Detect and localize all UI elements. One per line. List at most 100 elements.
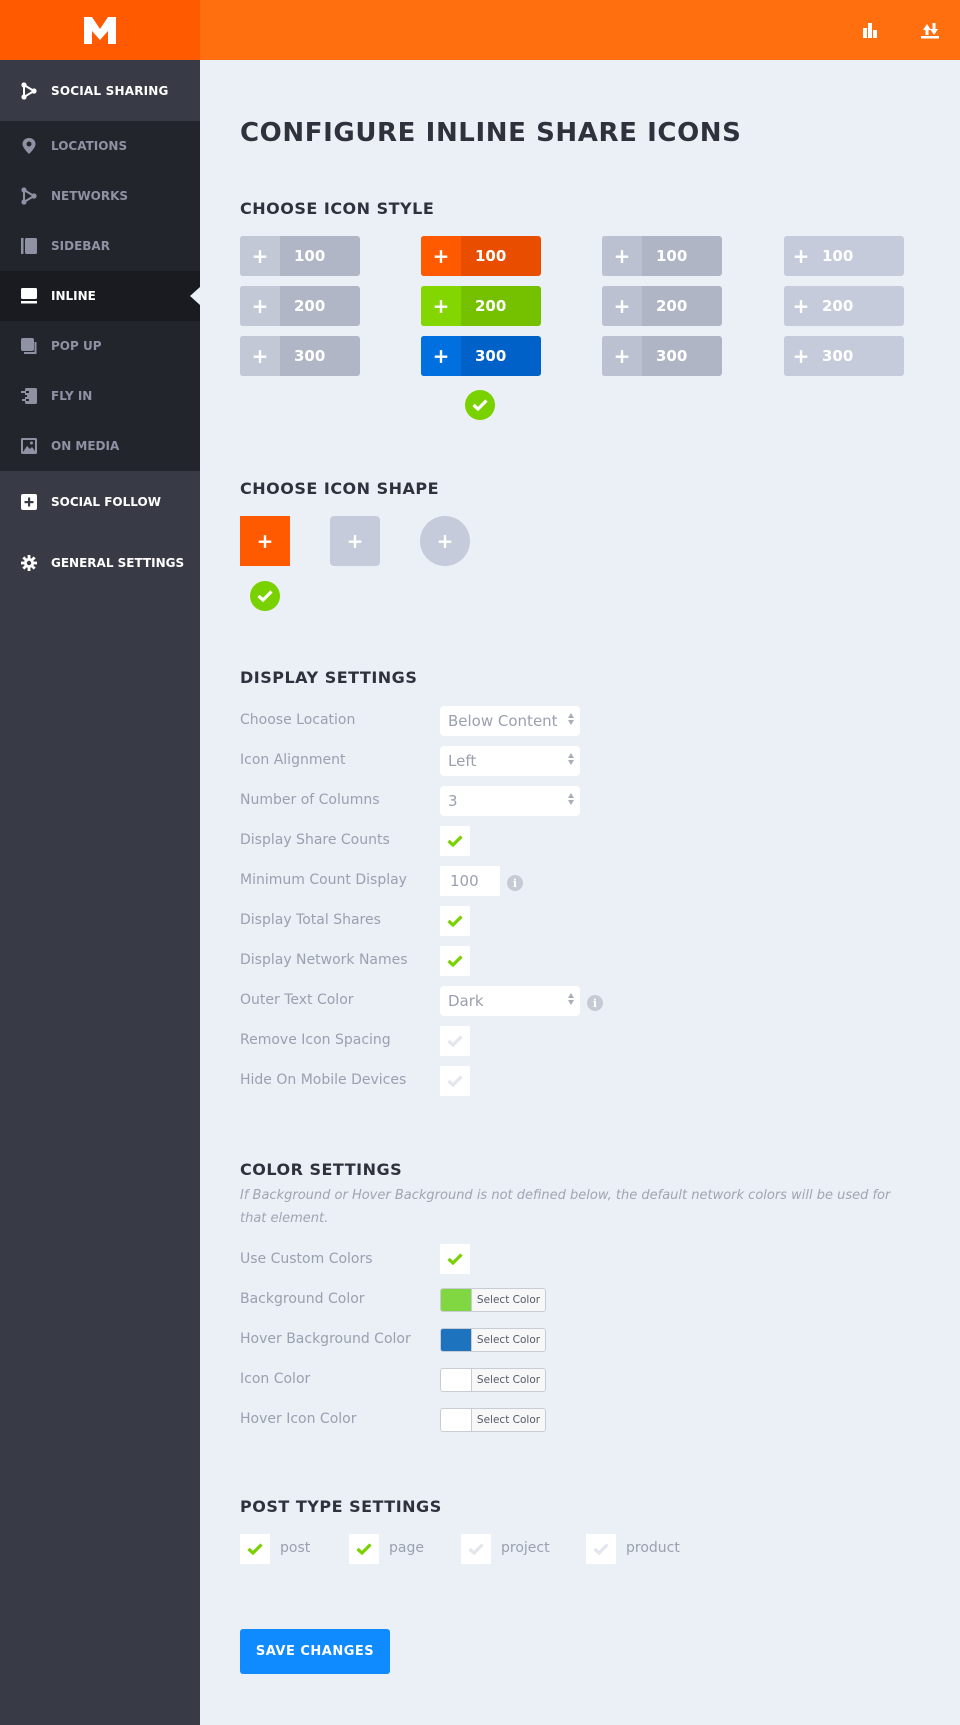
checkmark-icon: [447, 1035, 463, 1047]
sidebar-item-social-sharing[interactable]: SOCIAL SHARING: [0, 60, 200, 121]
select-color-button[interactable]: Select Color: [440, 1408, 546, 1432]
select-arrows-icon: [568, 753, 574, 765]
logo[interactable]: [0, 0, 200, 60]
plus-icon: +: [421, 336, 461, 376]
color-swatch: [441, 1329, 472, 1351]
checkmark-icon: [247, 1543, 263, 1555]
sidebar-item-on-media[interactable]: ON MEDIA: [0, 421, 200, 471]
icon-style-option[interactable]: +200: [421, 286, 541, 326]
post-type-settings-title: POST TYPE SETTINGS: [240, 1497, 442, 1516]
outer-text-color-select[interactable]: Dark: [440, 986, 580, 1016]
choose-location-label: Choose Location: [240, 712, 356, 728]
sidebar-item-pop-up[interactable]: POP UP: [0, 321, 200, 371]
sidebar-item-networks[interactable]: NETWORKS: [0, 171, 200, 221]
location-pin-icon: [20, 137, 38, 155]
page-title: CONFIGURE INLINE SHARE ICONS: [240, 118, 742, 148]
icon-style-option[interactable]: +100: [602, 236, 722, 276]
icon-style-option[interactable]: +100: [240, 236, 360, 276]
select-color-label: Select Color: [472, 1289, 545, 1311]
share-network-icon: [20, 81, 38, 100]
sidebar-item-general-settings[interactable]: GENERAL SETTINGS: [0, 532, 200, 593]
use-custom-colors-checkbox[interactable]: [440, 1244, 470, 1274]
remove-icon-spacing-checkbox[interactable]: [440, 1026, 470, 1056]
post-type-checkbox[interactable]: [586, 1534, 616, 1564]
sidebar-icon: [20, 237, 38, 255]
icon-style-option[interactable]: +300: [784, 336, 904, 376]
minimum-count-display-input[interactable]: [440, 866, 500, 896]
sidebar-item-label: LOCATIONS: [51, 139, 128, 153]
plus-icon: +: [240, 286, 280, 326]
sidebar-item-fly-in[interactable]: FLY IN: [0, 371, 200, 421]
popup-icon: [20, 337, 38, 355]
minimum-count-display-label: Minimum Count Display: [240, 872, 407, 888]
plus-icon: +: [421, 236, 461, 276]
icon-style-option[interactable]: +200: [602, 286, 722, 326]
info-icon[interactable]: i: [587, 995, 603, 1011]
sidebar-item-inline[interactable]: INLINE: [0, 271, 200, 321]
select-value: Left: [448, 752, 477, 770]
checkmark-icon: [447, 835, 463, 847]
icon-style-option[interactable]: +300: [240, 336, 360, 376]
icon-alignment-label: Icon Alignment: [240, 752, 346, 768]
selected-style-check-icon: [465, 390, 495, 420]
info-icon[interactable]: i: [507, 875, 523, 891]
share-count: 300: [294, 347, 326, 365]
color-swatch: [441, 1289, 472, 1311]
display-total-shares-checkbox[interactable]: [440, 906, 470, 936]
display-settings-title: DISPLAY SETTINGS: [240, 668, 418, 687]
share-count: 200: [294, 297, 326, 315]
use-custom-colors-label: Use Custom Colors: [240, 1251, 373, 1267]
plus-icon: +: [784, 286, 814, 326]
checkmark-icon: [447, 1075, 463, 1087]
stats-icon[interactable]: [858, 18, 882, 42]
display-share-counts-label: Display Share Counts: [240, 832, 390, 848]
post-type-checkbox[interactable]: [240, 1534, 270, 1564]
checkmark-icon: [447, 955, 463, 967]
shape-rounded-button[interactable]: +: [330, 516, 380, 566]
sidebar-subnav: LOCATIONS NETWORKS SIDEBAR INLINE POP UP…: [0, 121, 200, 471]
share-count: 300: [822, 347, 854, 365]
choose-location-select[interactable]: Below Content: [440, 706, 580, 736]
plus-icon: +: [784, 236, 814, 276]
display-share-counts-checkbox[interactable]: [440, 826, 470, 856]
icon-style-option[interactable]: +200: [240, 286, 360, 326]
inline-icon: [20, 287, 38, 305]
shape-circle-button[interactable]: +: [420, 516, 470, 566]
shape-square-button[interactable]: +: [240, 516, 290, 566]
post-type-checkbox[interactable]: [461, 1534, 491, 1564]
share-count: 100: [475, 247, 507, 265]
icon-style-option[interactable]: +100: [421, 236, 541, 276]
hide-on-mobile-checkbox[interactable]: [440, 1066, 470, 1096]
color-settings-note: If Background or Hover Background is not…: [240, 1188, 891, 1226]
plus-icon: +: [436, 529, 454, 553]
share-count: 200: [656, 297, 688, 315]
import-export-icon[interactable]: [918, 18, 942, 42]
icon-style-option[interactable]: +300: [421, 336, 541, 376]
sidebar-item-social-follow[interactable]: SOCIAL FOLLOW: [0, 471, 200, 532]
icon-style-option[interactable]: +300: [602, 336, 722, 376]
icon-style-option[interactable]: +100: [784, 236, 904, 276]
share-count: 300: [656, 347, 688, 365]
icon-style-option[interactable]: +200: [784, 286, 904, 326]
image-icon: [20, 437, 38, 455]
select-color-button[interactable]: Select Color: [440, 1368, 546, 1392]
sidebar-item-sidebar[interactable]: SIDEBAR: [0, 221, 200, 271]
display-total-shares-label: Display Total Shares: [240, 912, 381, 928]
display-network-names-checkbox[interactable]: [440, 946, 470, 976]
post-type-checkbox[interactable]: [349, 1534, 379, 1564]
select-color-label: Select Color: [472, 1329, 545, 1351]
number-of-columns-select[interactable]: 3: [440, 786, 580, 816]
color-picker-label: Background Color: [240, 1291, 365, 1307]
save-changes-button[interactable]: SAVE CHANGES: [240, 1629, 390, 1674]
icon-alignment-select[interactable]: Left: [440, 746, 580, 776]
sidebar-item-label: FLY IN: [51, 389, 93, 403]
select-arrows-icon: [568, 713, 574, 725]
select-color-label: Select Color: [472, 1409, 545, 1431]
select-color-button[interactable]: Select Color: [440, 1288, 546, 1312]
select-color-button[interactable]: Select Color: [440, 1328, 546, 1352]
share-count: 200: [475, 297, 507, 315]
color-settings-title: COLOR SETTINGS: [240, 1160, 403, 1179]
sidebar-item-locations[interactable]: LOCATIONS: [0, 121, 200, 171]
checkmark-icon: [593, 1543, 609, 1555]
selected-shape-check-icon: [250, 581, 280, 611]
